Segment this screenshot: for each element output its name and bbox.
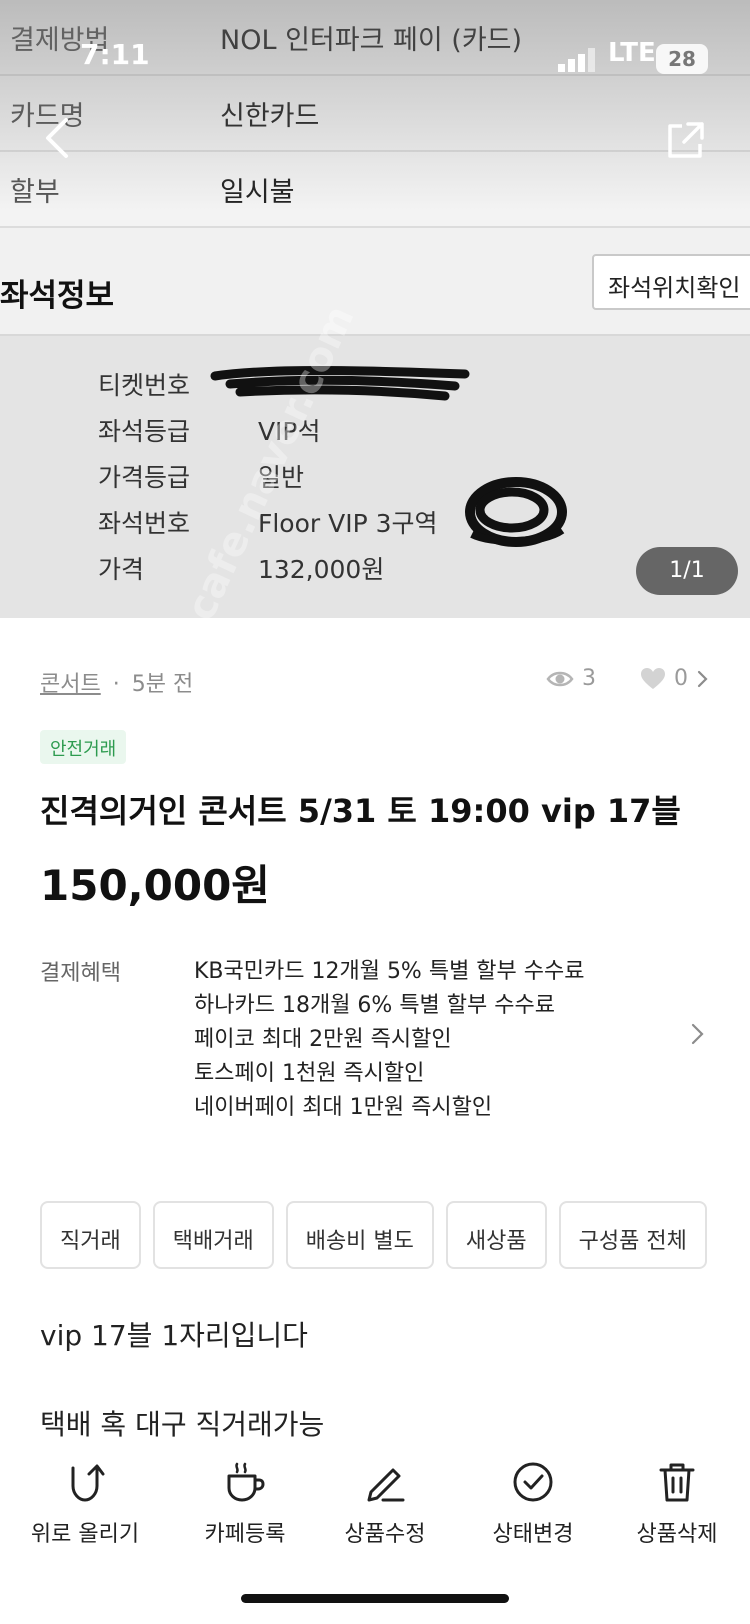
payment-benefit-list[interactable]: KB국민카드 12개월 5% 특별 할부 수수료 하나카드 18개월 6% 특별… (194, 955, 585, 1125)
posted-time: 5분 전 (131, 672, 194, 697)
product-image[interactable]: 결제방법 NOL 인터파크 페이 (카드) 카드명 신한카드 할부 일시불 좌석… (0, 0, 750, 618)
safe-trade-badge: 안전거래 (40, 730, 127, 764)
listing-stats: 3 0 (546, 666, 710, 691)
network-label: LTE (608, 38, 656, 68)
seat-number-value: Floor VIP 3구역 (257, 509, 438, 538)
installment-label: 할부 (10, 177, 60, 208)
card-name-value: 신한카드 (220, 101, 320, 132)
coffee-cup-icon (227, 1462, 265, 1502)
tag-new-item: 새상품 (445, 1201, 547, 1269)
payment-benefit-label: 결제혜택 (40, 961, 121, 986)
status-time: 7:11 (80, 38, 150, 71)
payment-method-value: NOL 인터파크 페이 (카드) (220, 25, 523, 56)
tag-complete-set: 구성품 전체 (558, 1201, 707, 1269)
tag-delivery-trade: 택배거래 (152, 1201, 274, 1269)
change-status-label: 상태변경 (492, 1522, 574, 1547)
price-grade-label: 가격등급 (98, 463, 191, 492)
trade-tags: 직거래 택배거래 배송비 별도 새상품 구성품 전체 (40, 1201, 712, 1269)
up-arrow-icon (71, 1464, 105, 1502)
check-circle-icon (513, 1462, 553, 1502)
edit-item-label: 상품수정 (344, 1522, 426, 1547)
battery-level: 28 (668, 47, 696, 71)
cafe-register-button[interactable]: 카페등록 (170, 1460, 320, 1548)
benefit-item: 페이코 최대 2만원 즉시할인 (194, 1027, 452, 1052)
image-pager: 1/1 (636, 547, 738, 595)
benefit-item: 네이버페이 최대 1만원 즉시할인 (194, 1095, 493, 1120)
eye-icon (546, 671, 574, 686)
battery-indicator: 28 (656, 44, 708, 74)
signal-icon (558, 48, 595, 72)
seat-grade-label: 좌석등급 (98, 417, 191, 446)
listing-price: 150,000원 (40, 861, 270, 910)
edit-item-button[interactable]: 상품수정 (310, 1460, 460, 1548)
description-line: 택배 혹 대구 직거래가능 (40, 1408, 325, 1441)
listing-title: 진격의거인 콘서트 5/31 토 19:00 vip 17블 (40, 792, 681, 830)
description-line: vip 17블 1자리입니다 (40, 1319, 308, 1352)
home-indicator (241, 1594, 509, 1603)
seat-price-value: 132,000원 (257, 555, 385, 584)
category-link[interactable]: 콘서트 (40, 672, 101, 697)
chevron-right-icon[interactable] (696, 669, 710, 689)
installment-row: 할부 일시불 (0, 152, 750, 228)
change-status-button[interactable]: 상태변경 (458, 1460, 608, 1548)
cafe-register-label: 카페등록 (204, 1522, 286, 1547)
chevron-right-icon[interactable] (690, 1022, 706, 1046)
bump-up-label: 위로 올리기 (30, 1522, 140, 1547)
installment-value: 일시불 (220, 177, 295, 208)
back-chevron-icon[interactable] (40, 116, 74, 160)
listing-meta: 콘서트 · 5분 전 (40, 666, 193, 698)
tag-shipping-separate: 배송비 별도 (285, 1201, 434, 1269)
benefit-item: 토스페이 1천원 즉시할인 (194, 1061, 425, 1086)
separator-dot: · (112, 672, 120, 697)
pencil-icon (367, 1468, 405, 1502)
trash-icon (659, 1463, 695, 1502)
share-icon[interactable] (666, 120, 706, 160)
delete-item-button[interactable]: 상품삭제 (602, 1460, 750, 1548)
view-count: 3 (582, 666, 596, 691)
seat-location-button: 좌석위치확인 (592, 254, 750, 310)
benefit-item: 하나카드 18개월 6% 특별 할부 수수료 (194, 993, 555, 1018)
delete-item-label: 상품삭제 (636, 1522, 718, 1547)
seat-info-title: 좌석정보 (0, 278, 115, 314)
tag-direct-trade: 직거래 (40, 1201, 141, 1269)
benefit-item: KB국민카드 12개월 5% 특별 할부 수수료 (194, 959, 585, 984)
bump-up-button[interactable]: 위로 올리기 (10, 1460, 160, 1548)
heart-icon[interactable] (640, 667, 666, 691)
redaction-scribble (465, 477, 567, 547)
like-count: 0 (674, 666, 688, 691)
card-name-row: 카드명 신한카드 (0, 76, 750, 152)
